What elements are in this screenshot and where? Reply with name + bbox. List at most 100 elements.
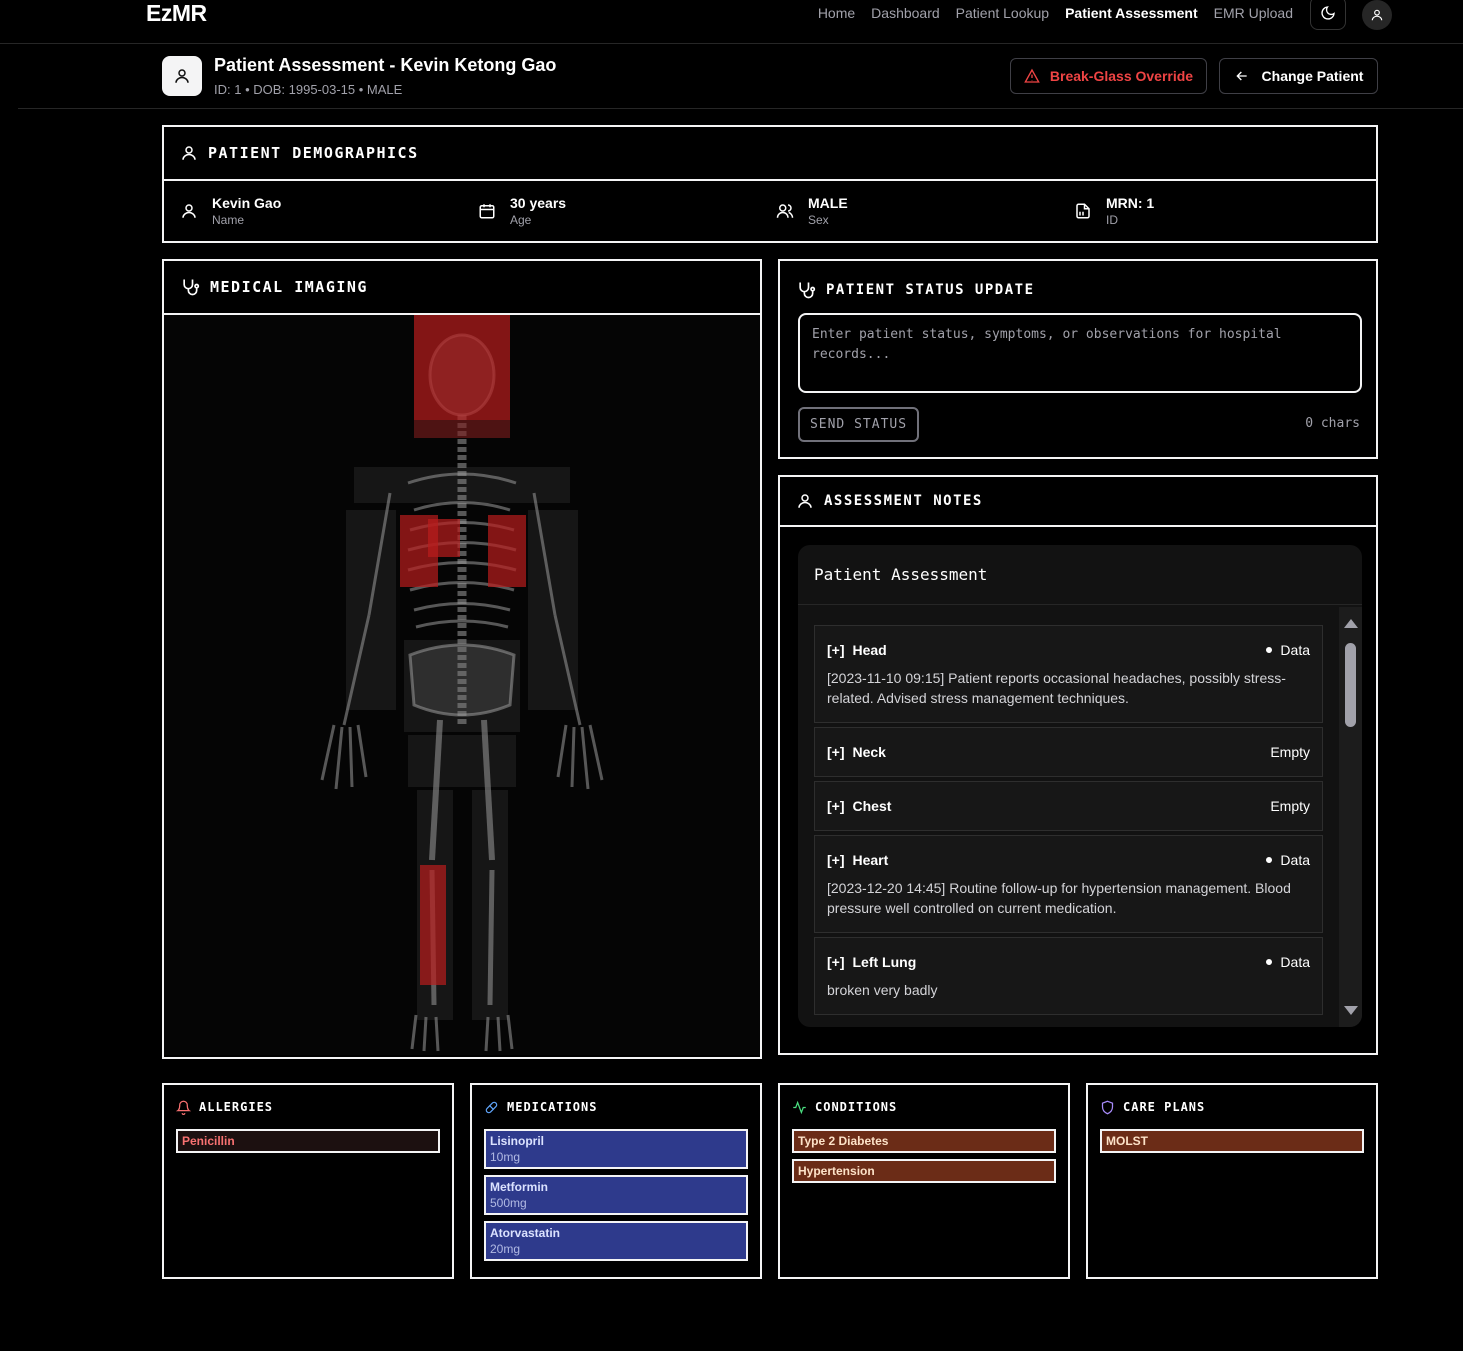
brand-logo[interactable]: EzMR	[146, 0, 207, 27]
notes-list: [+] Head Data [2023-11-10 09:15] Patient r…	[814, 625, 1323, 1019]
medication-item[interactable]: Metformin 500mg	[484, 1175, 748, 1215]
demo-name: Kevin Gao Name	[164, 195, 462, 227]
users-icon	[776, 204, 794, 218]
medications-header: MEDICATIONS	[472, 1085, 760, 1129]
calendar-icon	[479, 204, 495, 219]
patient-header: Patient Assessment - Kevin Ketong Gao ID…	[18, 44, 1463, 109]
change-patient-label: Change Patient	[1261, 68, 1364, 84]
condition-name: Hypertension	[798, 1164, 875, 1178]
note-status: Empty	[1270, 798, 1310, 814]
region-head	[414, 315, 510, 420]
status-dot	[1266, 959, 1273, 965]
notes-panel-title: Patient Assessment	[798, 545, 1362, 605]
imaging-title: MEDICAL IMAGING	[210, 278, 368, 296]
note-text: [2023-12-20 14:45] Routine follow-up for…	[827, 880, 1291, 916]
note-status: Empty	[1270, 744, 1310, 760]
break-glass-label: Break-Glass Override	[1049, 68, 1194, 84]
condition-item[interactable]: Type 2 Diabetes	[792, 1129, 1056, 1153]
demo-value: 30 years	[510, 195, 567, 211]
medication-name: Atorvastatin	[490, 1226, 561, 1240]
demo-label: ID	[1106, 213, 1118, 227]
care-plan-name: MOLST	[1106, 1134, 1148, 1148]
note-name: Chest	[852, 798, 892, 814]
scroll-up-arrow[interactable]	[1344, 619, 1358, 628]
warning-icon	[1024, 68, 1040, 83]
note-neck[interactable]: [+] Neck Empty	[814, 727, 1323, 777]
expand-toggle[interactable]: [+]	[827, 798, 845, 814]
medication-name: Metformin	[490, 1180, 548, 1194]
note-heart[interactable]: [+] Heart Data [2023-12-20 14:45] Routine …	[814, 835, 1323, 933]
expand-toggle[interactable]: [+]	[827, 954, 845, 970]
expand-toggle[interactable]: [+]	[827, 744, 845, 760]
scroll-thumb[interactable]	[1345, 643, 1356, 727]
arrow-left-icon	[1235, 71, 1247, 81]
moon-icon	[1321, 6, 1335, 20]
demo-age: 30 years Age	[462, 195, 760, 227]
demo-label: Age	[510, 213, 532, 227]
user-icon	[182, 204, 196, 218]
note-status: Data	[1280, 642, 1310, 658]
send-status-button[interactable]: SEND STATUS	[798, 407, 919, 442]
conditions-header: CONDITIONS	[780, 1085, 1068, 1129]
note-left-lung[interactable]: [+] Left Lung Data broken very badly	[814, 937, 1323, 1015]
break-glass-button[interactable]: Break-Glass Override	[1010, 58, 1207, 94]
account-button[interactable]	[1362, 0, 1392, 30]
nav-patient-assessment[interactable]: Patient Assessment	[1065, 5, 1198, 21]
care-plans-title: CARE PLANS	[1123, 1100, 1206, 1114]
demo-id: MRN: 1 ID	[1058, 195, 1356, 227]
allergy-item[interactable]: Penicillin	[176, 1129, 440, 1153]
user-icon	[1371, 9, 1383, 21]
note-chest[interactable]: [+] Chest Empty	[814, 781, 1323, 831]
note-text: [2023-11-10 09:15] Patient reports occas…	[827, 670, 1286, 706]
nav-patient-lookup[interactable]: Patient Lookup	[956, 5, 1049, 21]
assessment-notes-header: ASSESSMENT NOTES	[780, 477, 1376, 527]
change-patient-button[interactable]: Change Patient	[1219, 58, 1378, 94]
demo-value: MRN: 1	[1106, 195, 1155, 211]
note-name: Head	[852, 642, 887, 658]
note-status: Data	[1280, 954, 1310, 970]
nav-emr-upload[interactable]: EMR Upload	[1214, 5, 1293, 21]
conditions-card: CONDITIONS Type 2 Diabetes Hypertension	[778, 1083, 1070, 1279]
status-dot	[1266, 857, 1273, 863]
nav-dashboard[interactable]: Dashboard	[871, 5, 940, 21]
medication-dose: 10mg	[490, 1150, 521, 1164]
demo-label: Name	[212, 213, 245, 227]
user-icon	[798, 494, 812, 508]
status-dot	[1266, 647, 1273, 653]
file-id-icon	[1076, 203, 1090, 219]
medications-title: MEDICATIONS	[507, 1100, 598, 1114]
medication-item[interactable]: Atorvastatin 20mg	[484, 1221, 748, 1261]
region-right-leg	[420, 865, 446, 985]
medication-item[interactable]: Lisinopril 10mg	[484, 1129, 748, 1169]
condition-name: Type 2 Diabetes	[798, 1134, 889, 1148]
conditions-title: CONDITIONS	[815, 1100, 898, 1114]
activity-icon	[793, 1100, 806, 1114]
allergy-name: Penicillin	[182, 1134, 235, 1148]
region-left-lung	[488, 515, 526, 587]
char-count: 0 chars	[1305, 416, 1360, 431]
scroll-down-arrow[interactable]	[1344, 1006, 1358, 1015]
status-input[interactable]	[798, 313, 1362, 393]
nav-home[interactable]: Home	[818, 5, 855, 21]
expand-toggle[interactable]: [+]	[827, 642, 845, 658]
shield-icon	[1101, 1100, 1114, 1114]
demo-value: Kevin Gao	[212, 195, 282, 211]
care-plan-item[interactable]: MOLST	[1100, 1129, 1364, 1153]
condition-item[interactable]: Hypertension	[792, 1159, 1056, 1183]
notes-scrollbar[interactable]	[1339, 607, 1362, 1027]
stethoscope-icon	[183, 279, 200, 296]
expand-toggle[interactable]: [+]	[827, 852, 845, 868]
care-plans-header: CARE PLANS	[1088, 1085, 1376, 1129]
allergies-title: ALLERGIES	[199, 1100, 274, 1114]
theme-toggle-button[interactable]	[1310, 0, 1346, 30]
bell-icon	[176, 1100, 191, 1115]
note-head[interactable]: [+] Head Data [2023-11-10 09:15] Patient r…	[814, 625, 1323, 723]
note-status: Data	[1280, 852, 1310, 868]
demo-label: Sex	[808, 213, 829, 227]
demographics-title: PATIENT DEMOGRAPHICS	[208, 144, 419, 162]
assessment-notes-title: ASSESSMENT NOTES	[824, 493, 983, 509]
care-plans-card: CARE PLANS MOLST	[1086, 1083, 1378, 1279]
medications-card: MEDICATIONS Lisinopril 10mg Metformin 500m…	[470, 1083, 762, 1279]
body-map[interactable]	[164, 315, 760, 1055]
pill-icon	[485, 1101, 498, 1113]
